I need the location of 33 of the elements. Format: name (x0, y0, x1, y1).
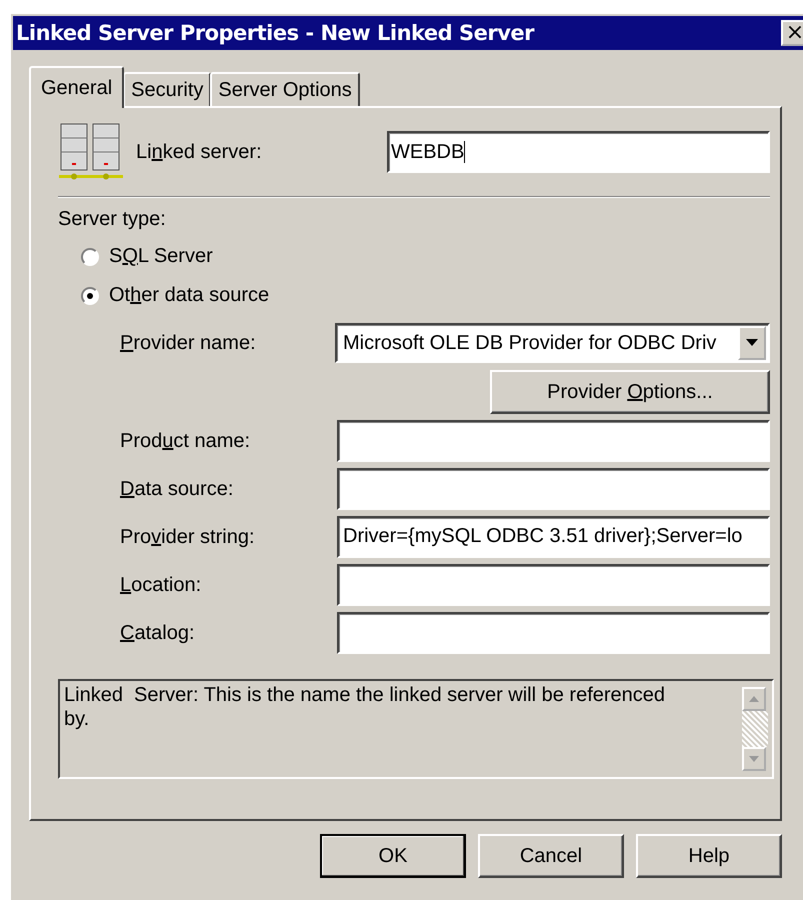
text-field[interactable] (337, 420, 770, 462)
window-title: Linked Server Properties - New Linked Server (15, 21, 534, 45)
text-field[interactable]: Driver={mySQL ODBC 3.51 driver};Server=lo (337, 516, 770, 558)
radio-button[interactable] (81, 286, 99, 304)
provider-options-button[interactable]: Provider Options... (490, 370, 770, 414)
radio-label: Other data source (109, 284, 270, 307)
servers-icon (58, 122, 124, 182)
field-label: Location: (120, 574, 202, 596)
dialog-button[interactable]: Help (636, 834, 782, 878)
scroll-down-icon[interactable] (742, 747, 766, 771)
provider-name-label: Provider name: (120, 332, 256, 354)
radio-button[interactable] (81, 248, 99, 266)
dialog-button[interactable]: Cancel (478, 834, 624, 878)
field-label: Catalog: (120, 622, 195, 644)
text-field[interactable] (337, 564, 770, 606)
tab[interactable]: Server Options (210, 72, 360, 106)
server-type-label: Server type: (58, 208, 167, 231)
radio-label: SQL Server (109, 245, 213, 268)
field-label: Product name: (120, 430, 250, 452)
linked-server-field[interactable]: WEBDB (387, 131, 770, 173)
tab[interactable]: Security (123, 72, 212, 106)
provider-dropdown[interactable]: Microsoft OLE DB Provider for ODBC Driv (335, 323, 770, 363)
close-button[interactable]: × (781, 20, 803, 46)
scroll-up-icon[interactable] (742, 687, 766, 711)
tab[interactable]: General (29, 66, 124, 108)
text-field[interactable] (337, 468, 770, 510)
dropdown-arrow-icon[interactable] (738, 326, 766, 360)
description-text: Linked Server: This is the name the linked server will be referenced by. (63, 683, 666, 732)
dialog-button[interactable]: OK (320, 834, 466, 878)
text-field[interactable] (337, 612, 770, 654)
field-label: Provider string: (120, 526, 254, 548)
field-label: Data source: (120, 478, 234, 500)
linked-server-label: Linked server: (136, 140, 262, 164)
